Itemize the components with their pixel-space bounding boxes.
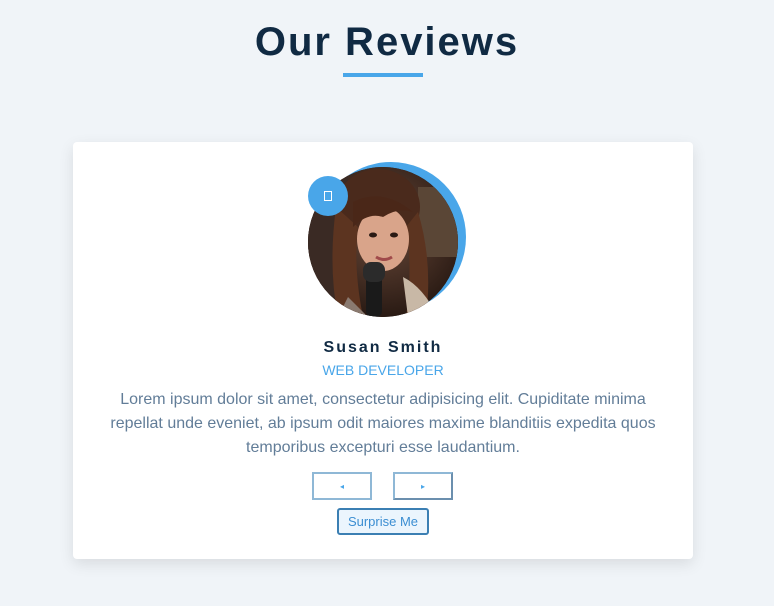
prev-button[interactable]: ◂ — [312, 472, 372, 500]
chevron-left-icon: ◂ — [339, 481, 344, 491]
page-title: Our Reviews — [254, 20, 520, 64]
job-title: WEB DEVELOPER — [322, 362, 444, 378]
next-button[interactable]: ▸ — [393, 472, 453, 500]
review-text: Lorem ipsum dolor sit amet, consectetur … — [110, 391, 656, 456]
surprise-me-button[interactable]: Surprise Me — [337, 508, 429, 535]
person-image-container — [308, 162, 466, 317]
title-underline — [343, 73, 423, 77]
chevron-right-icon: ▸ — [420, 481, 425, 491]
quote-icon — [308, 176, 348, 216]
review-card: Susan Smith WEB DEVELOPER Lorem ipsum do… — [73, 142, 693, 559]
author-name: Susan Smith — [323, 339, 443, 356]
